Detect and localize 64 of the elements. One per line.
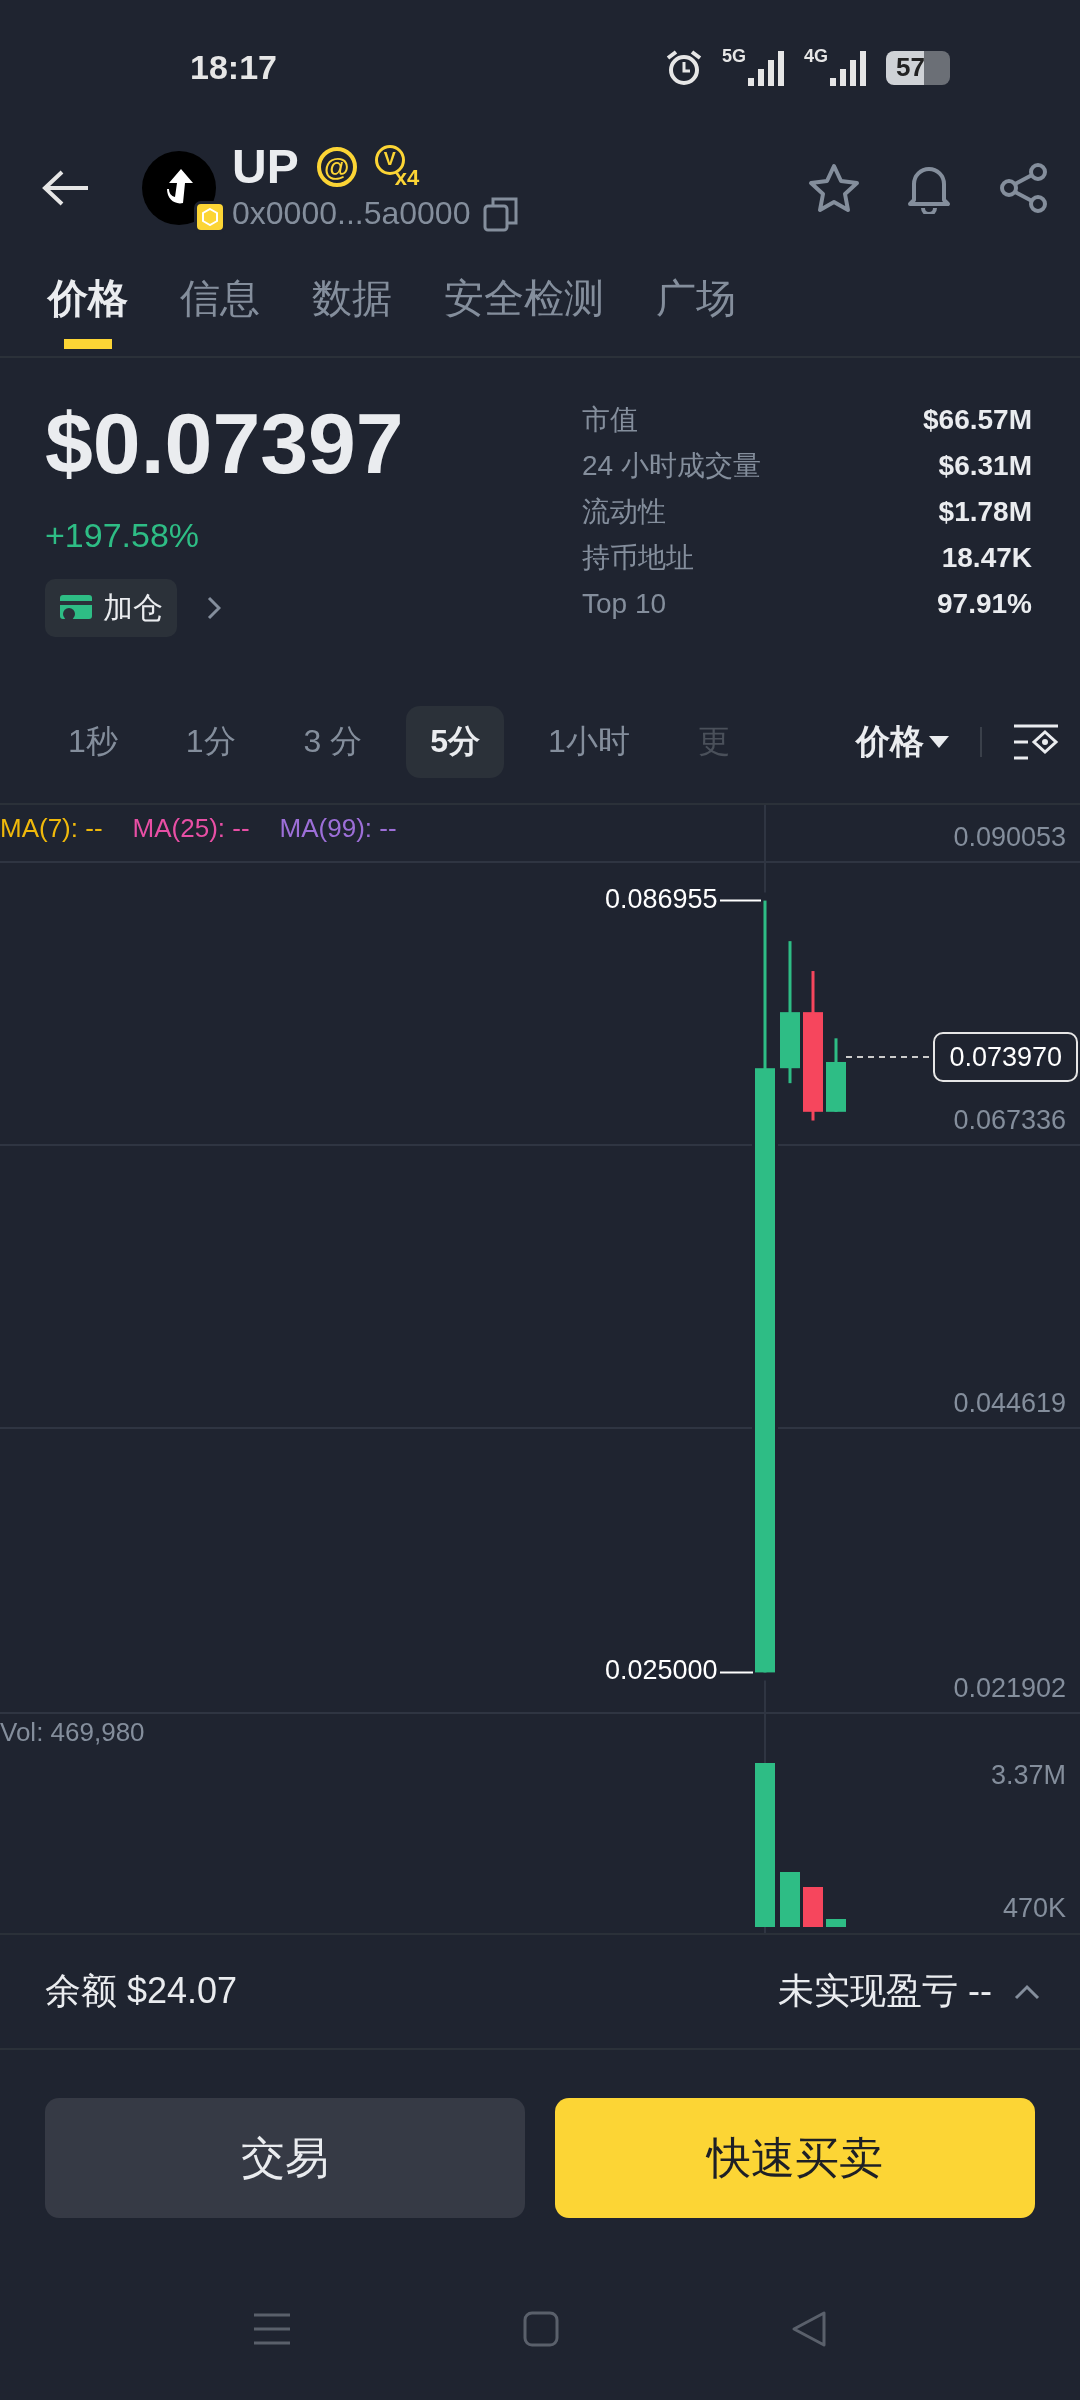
chevron-up-icon — [1014, 1983, 1040, 2000]
timeframe-tab[interactable]: 3 分 — [279, 705, 387, 778]
battery-level: 57 — [886, 50, 950, 85]
price-axis-label: 0.021902 — [953, 1673, 1066, 1704]
timeframe-tab[interactable]: 1小时 — [524, 705, 654, 778]
price-axis-label: 0.067336 — [953, 1105, 1066, 1136]
stat-value: $6.31M — [937, 449, 1032, 483]
price-axis-label: 0.090053 — [953, 822, 1066, 853]
stat-label: 流动性 — [582, 495, 667, 529]
home-button[interactable] — [522, 2310, 560, 2348]
token-symbol: UP — [232, 142, 299, 191]
network-type: 4G — [804, 45, 828, 67]
price-value: $0.07397 — [45, 400, 404, 486]
balance-text: 余额 $24.07 — [45, 1969, 238, 2013]
signal-icon — [748, 49, 786, 86]
volume-axis-label: 470K — [1002, 1893, 1066, 1924]
stat-value: 97.91% — [936, 587, 1032, 621]
price-axis-label: 0.044619 — [953, 1388, 1066, 1419]
stat-value: $66.57M — [922, 403, 1032, 437]
timeframe-tab[interactable]: 1秒 — [44, 705, 142, 778]
back-nav-button[interactable] — [790, 2310, 828, 2348]
chart-type-dropdown[interactable]: 价格 — [856, 718, 950, 765]
timeframe-tab[interactable]: 5分 — [406, 705, 505, 778]
tab[interactable]: 数据 — [312, 239, 392, 357]
trade-button[interactable]: 交易 — [45, 2098, 525, 2218]
stat-label: 持币地址 — [582, 541, 695, 575]
moving-average-label: MA(7): -- — [0, 813, 103, 844]
contract-address: 0x0000...5a0000 — [232, 195, 471, 232]
unrealized-pnl-toggle[interactable]: 未实现盈亏 -- — [778, 1967, 1040, 2016]
stat-value: $1.78M — [937, 495, 1032, 529]
timeframe-tab[interactable]: 1分 — [161, 705, 260, 778]
status-time: 18:17 — [190, 48, 277, 87]
tab[interactable]: 安全检测 — [444, 239, 604, 357]
add-position-button[interactable]: 加仓 — [45, 579, 177, 637]
high-price-label: 0.086955 — [605, 883, 718, 915]
share-button[interactable] — [998, 161, 1050, 214]
price-change: +197.58% — [45, 516, 201, 555]
volume-bar — [780, 1872, 800, 1927]
mention-badge: @ — [316, 146, 357, 187]
stat-value: 18.47K — [940, 541, 1032, 575]
stat-label: 市值 — [582, 403, 639, 437]
chevron-right-icon — [207, 596, 221, 620]
menu-button[interactable] — [252, 2311, 292, 2347]
signal-icon — [830, 49, 868, 86]
favorite-button[interactable] — [808, 162, 860, 213]
volume-bar — [803, 1887, 823, 1927]
stat-label: Top 10 — [582, 587, 668, 621]
volume-bar — [826, 1919, 846, 1927]
volume-label: Vol: 469,980 — [0, 1717, 145, 1748]
tab[interactable]: 价格 — [48, 239, 128, 357]
current-price-tag: 0.073970 — [933, 1032, 1078, 1082]
chain-badge — [194, 200, 226, 233]
low-price-label: 0.025000 — [605, 1655, 718, 1687]
moving-average-label: MA(99): -- — [279, 813, 397, 844]
caret-icon — [928, 734, 950, 749]
stat-label: 24 小时成交量 — [582, 449, 762, 483]
tab[interactable]: 广场 — [656, 239, 736, 357]
network-type: 5G — [721, 45, 746, 67]
leader-line — [719, 1671, 754, 1674]
leader-line — [719, 899, 762, 902]
moving-average-label: MA(25): -- — [132, 813, 250, 844]
tab[interactable]: 信息 — [180, 239, 260, 357]
quick-trade-button[interactable]: 快速买卖 — [555, 2098, 1035, 2218]
volume-axis-label: 3.37M — [990, 1760, 1066, 1791]
